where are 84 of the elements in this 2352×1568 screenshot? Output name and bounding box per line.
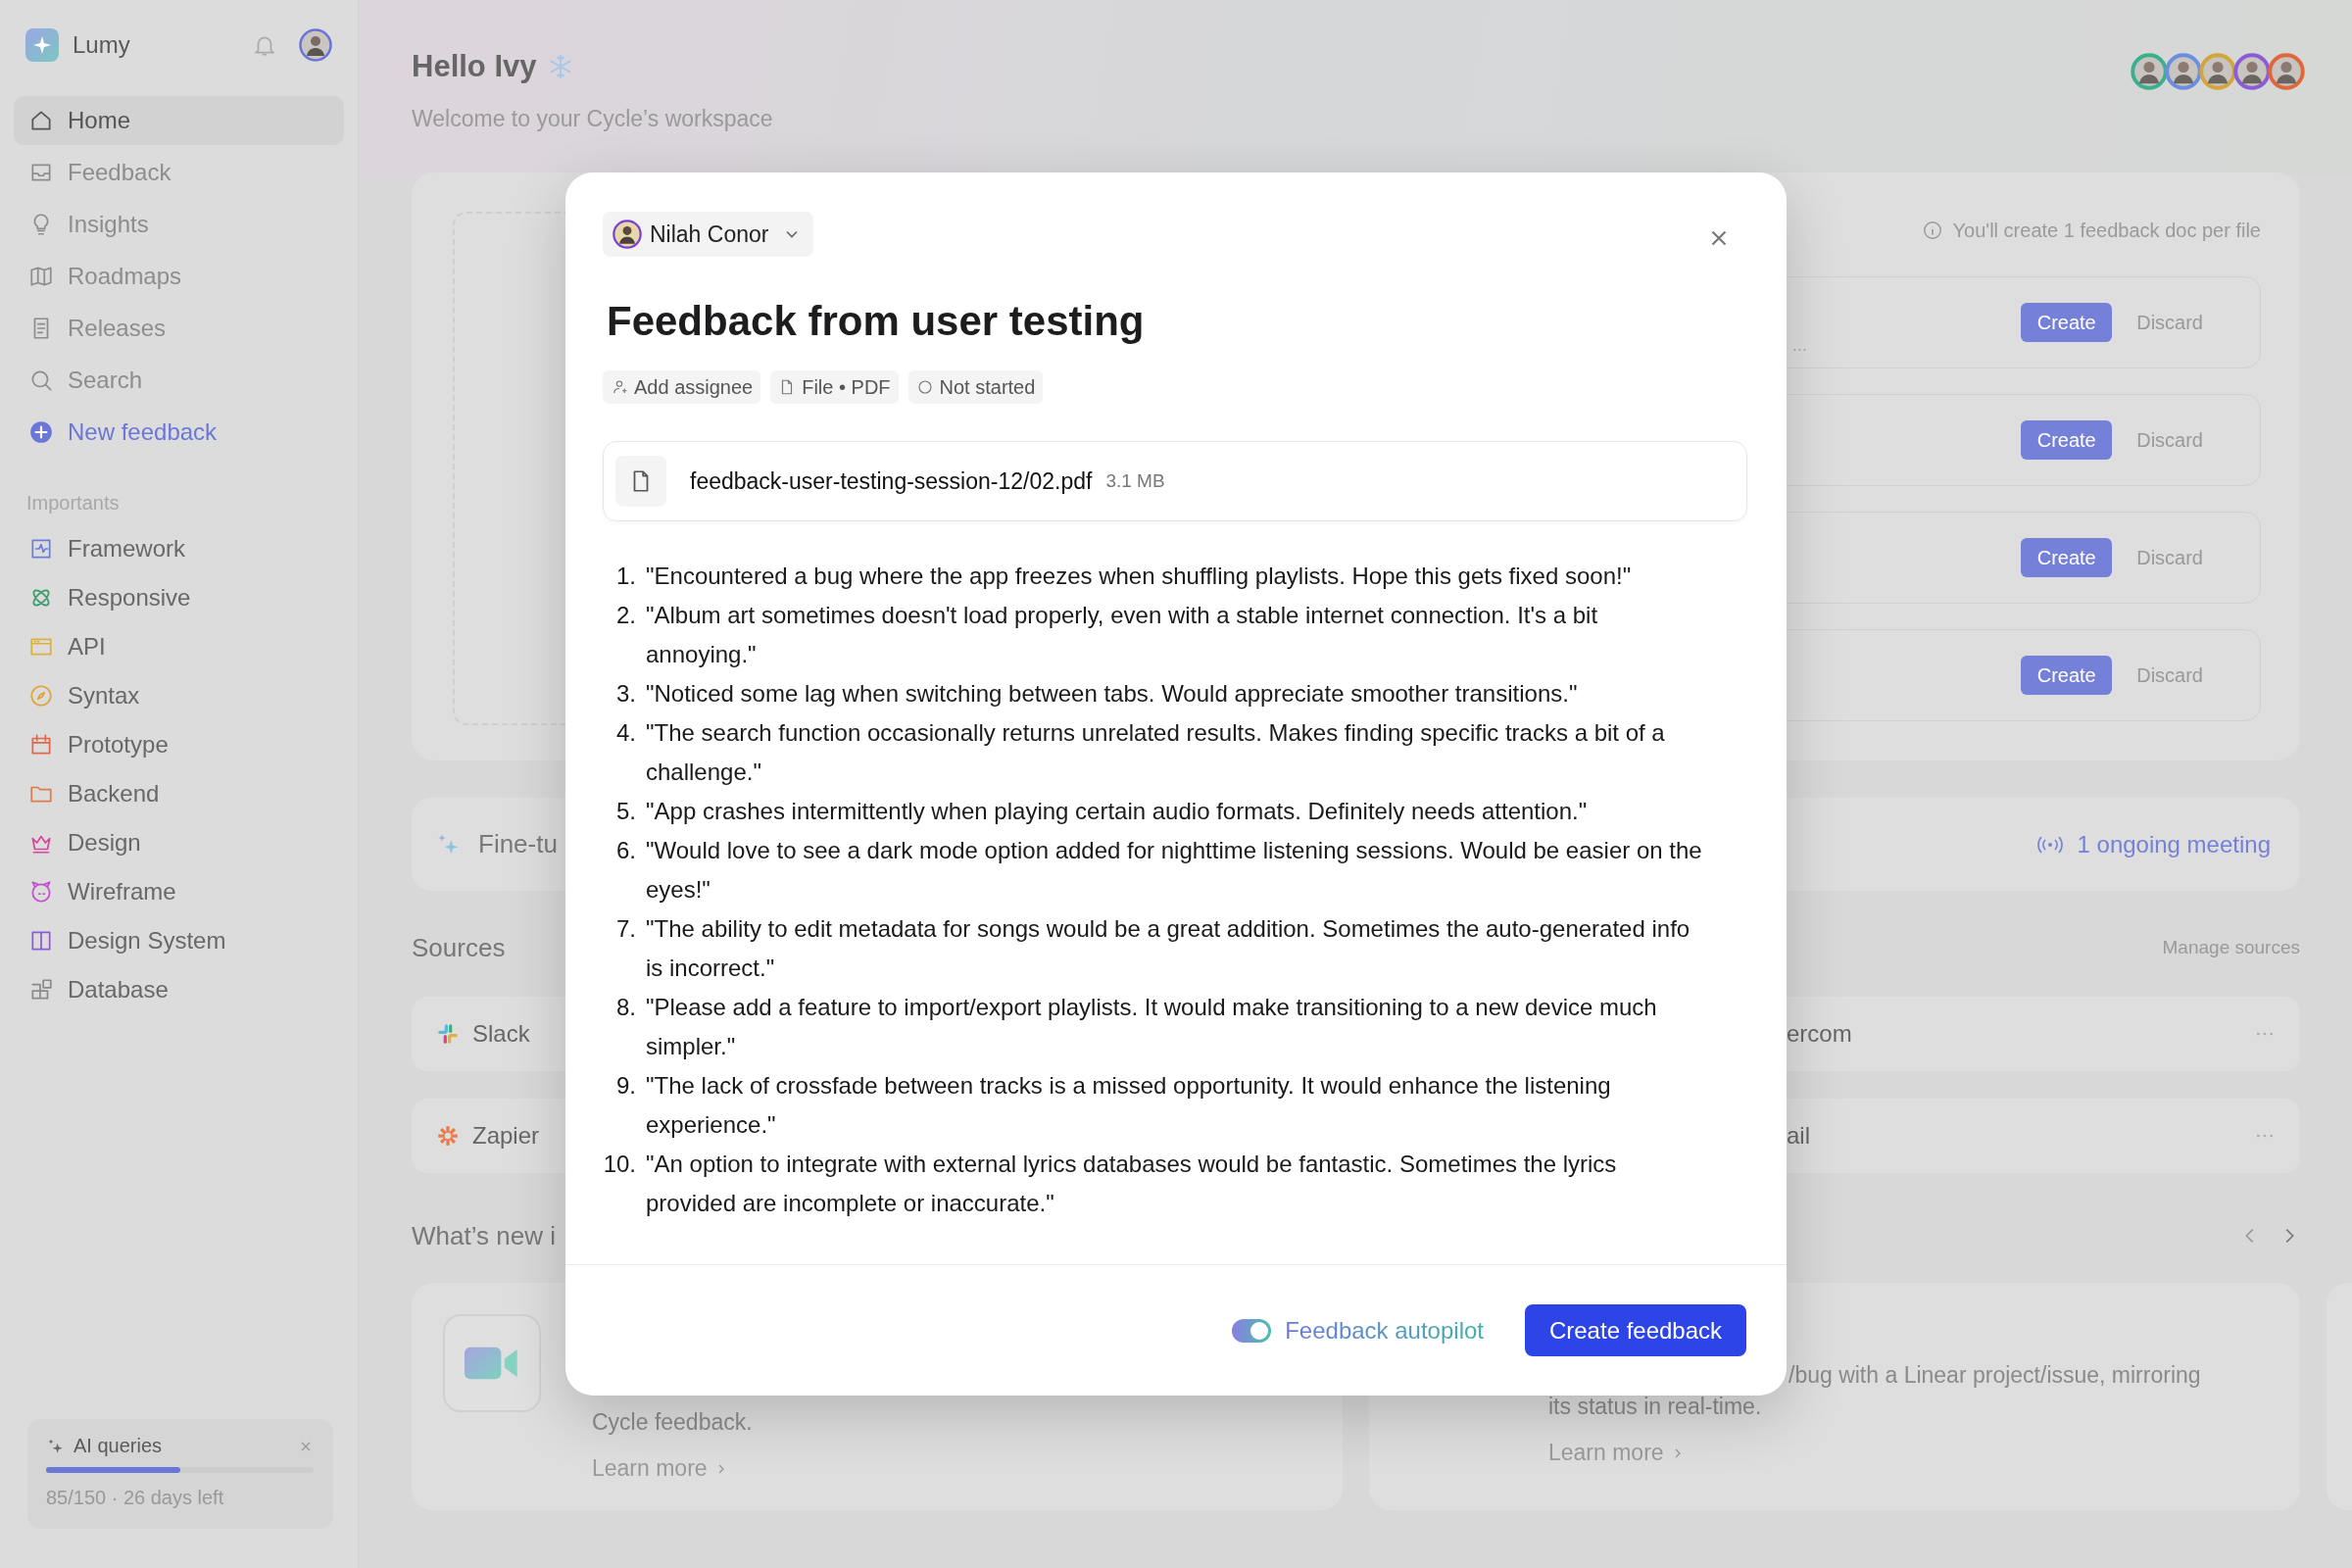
project-item[interactable]: Design System bbox=[14, 916, 344, 965]
file-name: ... bbox=[1792, 335, 1807, 356]
usage-text: 85/150 · 26 days left bbox=[46, 1487, 225, 1509]
file-name: feedback-user-testing-session-12/02.pdf bbox=[690, 467, 1093, 495]
note-text: You'll create 1 feedback doc per file bbox=[1952, 219, 2261, 242]
info-icon bbox=[1921, 220, 1943, 241]
broadcast-icon bbox=[2035, 834, 2064, 855]
feedback-quote: "Encountered a bug where the app freezes when shuffling playlists. Hope this gets fixed soon!" bbox=[646, 562, 1633, 591]
brand-name: Lumy bbox=[73, 31, 131, 59]
project-item[interactable]: Syntax bbox=[14, 671, 344, 720]
nav-item[interactable]: Feedback bbox=[14, 148, 344, 197]
nav-item[interactable]: Insights bbox=[14, 200, 344, 249]
list-number: 4. bbox=[615, 718, 636, 748]
feedback-quote: "App crashes intermittently when playing certain audio formats. Definitely needs attention." bbox=[646, 797, 1589, 826]
list-number: 9. bbox=[615, 1071, 636, 1101]
nav-item[interactable]: Home bbox=[14, 96, 344, 145]
project-item[interactable]: Framework bbox=[14, 524, 344, 573]
property-chip[interactable]: Not started bbox=[907, 370, 1044, 404]
list-number: 6. bbox=[615, 836, 636, 865]
feedback-quote: "The ability to edit metadata for songs would be a great addition. Sometimes the auto-generated info is incorrect." bbox=[646, 914, 1691, 983]
video-camera-icon bbox=[443, 1314, 541, 1412]
chip-icon bbox=[611, 378, 628, 396]
section-title: What’s new i bbox=[412, 1220, 556, 1251]
author-dropdown[interactable]: Nilah Conor bbox=[603, 212, 814, 257]
hash-icon bbox=[435, 1021, 461, 1047]
project-item[interactable]: Design bbox=[14, 818, 344, 867]
project-item[interactable]: API bbox=[14, 622, 344, 671]
subtitle: Welcome to your Cycle’s workspace bbox=[412, 106, 773, 132]
list-number: 3. bbox=[615, 679, 636, 709]
person-avatar bbox=[612, 220, 642, 249]
create-button[interactable]: Create bbox=[2021, 303, 2113, 342]
section-title: Sources bbox=[412, 932, 506, 963]
property-chip[interactable]: Add assignee bbox=[603, 370, 761, 404]
chip-icon bbox=[915, 378, 934, 396]
member-avatar[interactable] bbox=[2199, 53, 2236, 90]
nav-item[interactable]: Releases bbox=[14, 304, 344, 353]
discard-button[interactable]: Discard bbox=[2136, 663, 2203, 687]
member-avatar[interactable] bbox=[2268, 53, 2305, 90]
new-feedback-link[interactable]: New feedback bbox=[14, 408, 344, 457]
project-item[interactable]: Database bbox=[14, 965, 344, 1014]
dialog-title: Feedback from user testing bbox=[607, 297, 1146, 346]
ongoing-meeting-link[interactable]: 1 ongoing meeting bbox=[2035, 830, 2271, 858]
card-title: AI queries bbox=[74, 1435, 164, 1457]
list-number: 1. bbox=[615, 562, 636, 591]
feedback-quote: "Noticed some lag when switching between tabs. Would appreciate smoother transitions." bbox=[646, 679, 1579, 709]
news-text: /bug with a Linear project/issue, mirroring bbox=[1788, 1361, 2201, 1390]
create-feedback-button[interactable]: Create feedback bbox=[1525, 1304, 1746, 1356]
create-button[interactable]: Create bbox=[2021, 420, 2113, 460]
property-chip[interactable]: File • PDF bbox=[770, 370, 899, 404]
project-item[interactable]: Backend bbox=[14, 769, 344, 818]
project-item[interactable]: Prototype bbox=[14, 720, 344, 769]
asterisk-icon bbox=[435, 1123, 461, 1149]
plus-icon bbox=[28, 419, 54, 445]
nav-item[interactable]: Roadmaps bbox=[14, 252, 344, 301]
list-number: 7. bbox=[615, 914, 636, 944]
user-avatar[interactable] bbox=[299, 28, 332, 62]
create-button[interactable]: Create bbox=[2021, 538, 2113, 577]
greeting: Hello Ivy bbox=[412, 49, 537, 84]
nav-item[interactable]: Search bbox=[14, 356, 344, 405]
learn-more-link[interactable]: Learn more bbox=[592, 1455, 753, 1482]
list-number: 10. bbox=[603, 1150, 636, 1179]
project-item[interactable]: Wireframe bbox=[14, 867, 344, 916]
project-item[interactable]: Responsive bbox=[14, 573, 344, 622]
discard-button[interactable]: Discard bbox=[2136, 311, 2203, 334]
file-icon bbox=[615, 456, 666, 507]
list-number: 2. bbox=[615, 601, 636, 630]
member-avatar[interactable] bbox=[2165, 53, 2202, 90]
member-avatar[interactable] bbox=[2131, 53, 2168, 90]
logo-icon bbox=[25, 28, 59, 62]
feedback-quote: "The search function occasionally returns unrelated results. Makes finding specific tracks a bit of a challenge." bbox=[646, 718, 1666, 787]
learn-more-link[interactable]: Learn more bbox=[1548, 1440, 2201, 1466]
feedback-quote: "Would love to see a dark mode option added for nighttime listening sessions. Would be easier on the eyes!" bbox=[646, 836, 1703, 905]
list-number: 8. bbox=[615, 993, 636, 1022]
list-number: 5. bbox=[615, 797, 636, 826]
discard-button[interactable]: Discard bbox=[2136, 546, 2203, 569]
feedback-quote: "Album art sometimes doesn't load properly, even with a stable internet connection. It's a bit annoying." bbox=[646, 601, 1599, 669]
member-avatar[interactable] bbox=[2233, 53, 2271, 90]
news-text: its status in real-time. bbox=[1548, 1393, 1763, 1421]
discard-button[interactable]: Discard bbox=[2136, 428, 2203, 452]
news-text: Cycle feedback. bbox=[592, 1408, 753, 1437]
file-size: 3.1 MB bbox=[1105, 470, 1165, 492]
attachment-card[interactable]: feedback-user-testing-session-12/02.pdf 3.1 MB bbox=[603, 441, 1747, 521]
create-button[interactable]: Create bbox=[2021, 656, 2113, 695]
bar-title: Fine-tu bbox=[478, 829, 558, 859]
